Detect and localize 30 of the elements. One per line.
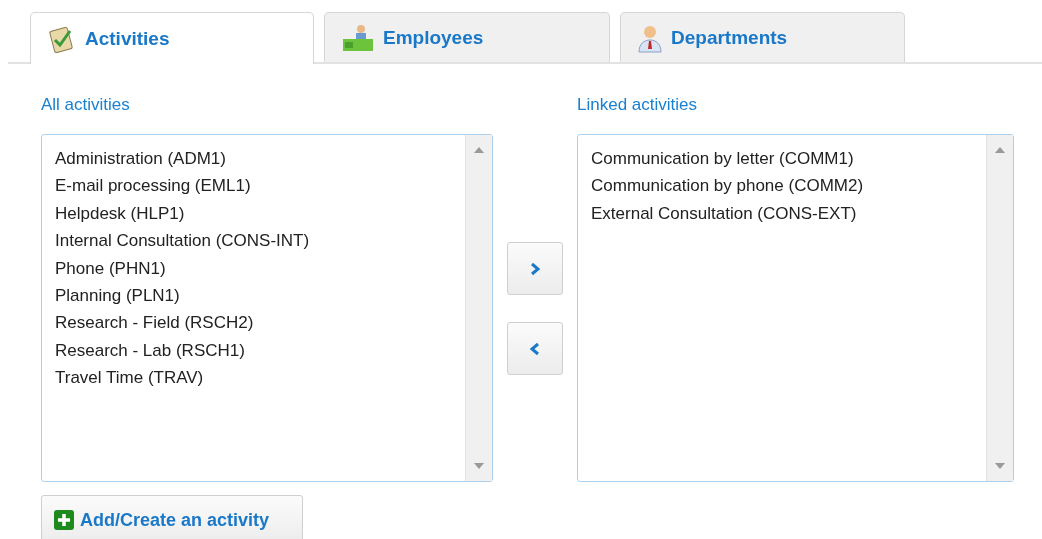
list-item[interactable]: Helpdesk (HLP1) — [55, 199, 185, 228]
list-item[interactable]: Administration (ADM1) — [55, 145, 226, 173]
move-right-button[interactable] — [507, 242, 563, 295]
scroll-down-icon — [474, 463, 484, 469]
scrollbar[interactable] — [465, 135, 492, 481]
scroll-up-icon — [995, 147, 1005, 153]
tab[interactable]: Employees — [324, 12, 610, 62]
chevron-right-icon — [530, 261, 540, 276]
list-item[interactable]: Travel Time (TRAV) — [55, 364, 204, 392]
list-item[interactable]: Phone (PHN1) — [55, 254, 166, 283]
desk-icon — [341, 22, 375, 53]
list-item[interactable]: Internal Consultation (CONS-INT) — [55, 227, 310, 255]
plus-icon — [54, 510, 74, 530]
list-label: Linked activities — [577, 94, 698, 116]
scroll-down-icon — [995, 463, 1005, 469]
chevron-left-icon — [530, 341, 540, 356]
list-item[interactable]: Research - Field (RSCH2) — [55, 309, 254, 337]
list-item[interactable]: External Consultation (CONS-EXT) — [591, 199, 857, 228]
move-left-button[interactable] — [507, 322, 563, 375]
list-item[interactable]: Communication by letter (COMM1) — [591, 145, 854, 173]
list-item[interactable]: Communication by phone (COMM2) — [591, 172, 864, 200]
tab[interactable]: Activities — [30, 12, 314, 64]
scroll-up-icon — [474, 147, 484, 153]
list-item[interactable]: Research - Lab (RSCH1) — [55, 336, 245, 365]
tab[interactable]: Departments — [620, 12, 905, 62]
scrollbar[interactable] — [986, 135, 1013, 481]
list-item[interactable]: Planning (PLN1) — [55, 282, 180, 310]
list-item[interactable]: E-mail processing (EML1) — [55, 172, 251, 200]
list-label: All activities — [41, 94, 131, 116]
add-activity-button[interactable]: Add/Create an activity — [41, 495, 303, 539]
